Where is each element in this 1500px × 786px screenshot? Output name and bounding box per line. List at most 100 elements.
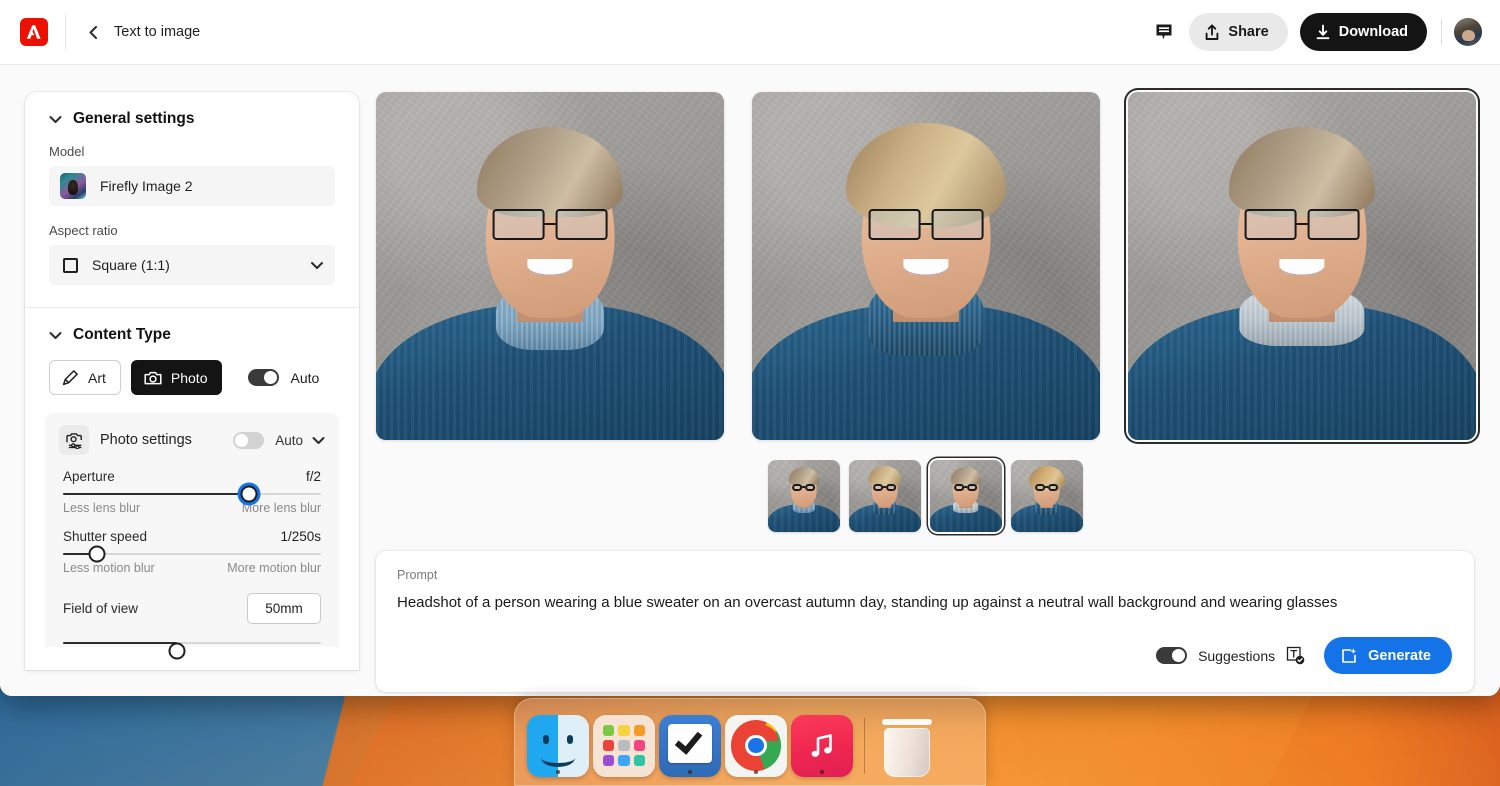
dock-item-trash[interactable] [876, 715, 938, 777]
photo-button[interactable]: Photo [131, 360, 223, 395]
shutter-speed-slider-track[interactable] [63, 553, 321, 555]
workspace: General settings Model Firefly Image 2 A… [0, 65, 1500, 696]
art-label: Art [88, 370, 106, 386]
dock-item-trash-wrap [874, 715, 940, 777]
thumbnail-4[interactable] [1011, 460, 1083, 532]
aperture-slider-track[interactable] [63, 493, 321, 495]
suggestions-label: Suggestions [1198, 648, 1275, 664]
general-settings-title: General settings [73, 110, 194, 128]
download-button[interactable]: Download [1300, 13, 1427, 51]
field-of-view-input[interactable] [247, 593, 321, 624]
general-settings-header[interactable]: General settings [49, 110, 335, 128]
dock-item-things-wrap [657, 715, 723, 777]
art-button[interactable]: Art [49, 360, 121, 395]
field-of-view-slider-track[interactable] [63, 642, 321, 644]
prompt-actions: Suggestions [397, 637, 1452, 674]
chevron-left-icon[interactable] [84, 23, 102, 41]
generated-image-1[interactable] [376, 92, 724, 440]
text-check-icon[interactable] [1286, 646, 1305, 665]
photo-settings-title: Photo settings [100, 432, 192, 448]
shutter-speed-hint-left: Less motion blur [63, 561, 155, 575]
dock-item-finder[interactable] [527, 715, 589, 777]
dock-item-music[interactable] [791, 715, 853, 777]
aperture-hint-right: More lens blur [242, 501, 321, 515]
photo-settings-icon [59, 425, 89, 455]
aperture-hint-left: Less lens blur [63, 501, 140, 515]
macos-dock [514, 698, 986, 786]
dock-item-launchpad[interactable] [593, 715, 655, 777]
download-label: Download [1339, 24, 1408, 40]
portrait-illustration [1011, 460, 1083, 532]
dock-running-dot [556, 770, 560, 774]
dock-item-finder-wrap [525, 715, 591, 777]
topbar-divider [65, 15, 66, 49]
field-of-view-label: Field of view [63, 601, 138, 616]
app-top-bar: Text to image Share [0, 0, 1500, 65]
share-label: Share [1228, 24, 1268, 40]
page-title: Text to image [114, 24, 200, 40]
content-type-auto-group: Auto [248, 369, 319, 386]
chevron-down-icon [49, 331, 62, 340]
brush-icon [62, 369, 79, 386]
comment-icon[interactable] [1153, 21, 1175, 43]
aperture-value: f/2 [306, 469, 321, 484]
dock-item-launchpad-wrap [591, 715, 657, 777]
generated-image-2[interactable] [752, 92, 1100, 440]
firefly-app-window: Text to image Share [0, 0, 1500, 696]
share-button[interactable]: Share [1189, 13, 1287, 51]
content-type-title: Content Type [73, 326, 171, 344]
generate-label: Generate [1368, 648, 1431, 664]
thumbnail-2[interactable] [849, 460, 921, 532]
photo-settings-card: Photo settings Auto Aperture [45, 413, 339, 647]
portrait-illustration [1128, 92, 1476, 440]
field-of-view-slider-fill [63, 642, 177, 644]
shutter-speed-value: 1/250s [280, 529, 321, 544]
settings-panel: General settings Model Firefly Image 2 A… [25, 92, 359, 670]
generate-button[interactable]: Generate [1324, 637, 1452, 674]
general-settings-section: General settings Model Firefly Image 2 A… [25, 92, 359, 307]
aperture-slider-thumb[interactable] [240, 486, 257, 503]
topbar-divider-2 [1441, 19, 1442, 45]
shutter-speed-slider-group: Shutter speed 1/250s Less motion blur Mo… [59, 529, 325, 575]
aperture-slider-fill [63, 493, 249, 495]
photo-settings-header: Photo settings Auto [59, 425, 325, 455]
content-type-auto-toggle[interactable] [248, 369, 279, 386]
generated-image-3[interactable] [1128, 92, 1476, 440]
aperture-slider-hints: Less lens blur More lens blur [63, 501, 321, 515]
photo-settings-toggle[interactable] [233, 432, 264, 449]
model-selector[interactable]: Firefly Image 2 [49, 166, 335, 206]
generate-sparkle-icon [1341, 647, 1359, 665]
avatar[interactable] [1454, 18, 1482, 46]
prompt-label: Prompt [397, 568, 1452, 582]
thumbnail-1[interactable] [768, 460, 840, 532]
dock-item-chrome-wrap [723, 715, 789, 777]
dock-separator [864, 718, 865, 774]
aspect-ratio-label: Aspect ratio [49, 223, 335, 238]
download-arrow-icon [1315, 24, 1331, 41]
chevron-down-icon [310, 261, 324, 270]
content-type-header[interactable]: Content Type [49, 326, 335, 344]
model-value: Firefly Image 2 [100, 178, 193, 194]
thumbnail-3[interactable] [930, 460, 1002, 532]
field-of-view-slider-thumb[interactable] [168, 643, 185, 660]
dock-item-things[interactable] [659, 715, 721, 777]
dock-running-dot [688, 770, 692, 774]
content-area: Prompt Headshot of a person wearing a bl… [376, 92, 1474, 696]
aspect-ratio-select[interactable]: Square (1:1) [49, 245, 335, 285]
portrait-illustration [376, 92, 724, 440]
model-thumbnail-icon [60, 173, 86, 199]
chevron-down-icon[interactable] [312, 436, 325, 445]
adobe-logo-icon[interactable] [20, 18, 48, 46]
share-upload-icon [1204, 24, 1220, 41]
dock-item-chrome[interactable] [725, 715, 787, 777]
chevron-down-icon [49, 115, 62, 124]
aperture-label: Aperture [63, 469, 115, 484]
field-of-view-row: Field of view [59, 589, 325, 624]
prompt-input[interactable]: Headshot of a person wearing a blue swea… [397, 593, 1452, 615]
shutter-speed-slider-hints: Less motion blur More motion blur [63, 561, 321, 575]
suggestions-toggle[interactable] [1156, 647, 1187, 664]
shutter-speed-slider-thumb[interactable] [88, 546, 105, 563]
camera-icon [144, 370, 162, 386]
generated-results-row [376, 92, 1474, 442]
portrait-illustration [768, 460, 840, 532]
